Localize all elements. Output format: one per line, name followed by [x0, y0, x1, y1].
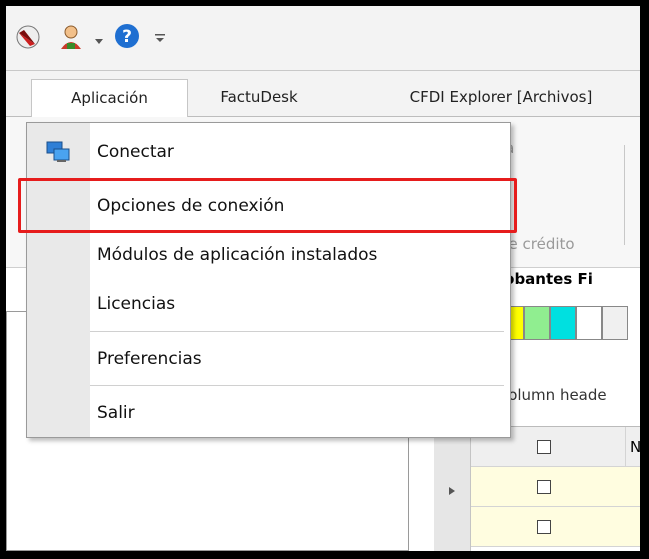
menu-item-modulos-instalados[interactable]: Módulos de aplicación instalados — [27, 232, 510, 278]
menu-item-label: Preferencias — [97, 349, 202, 369]
row-checkbox[interactable] — [537, 480, 551, 494]
connect-icon — [45, 140, 71, 168]
user-icon[interactable] — [58, 23, 84, 55]
menu-item-licencias[interactable]: Licencias — [27, 281, 510, 327]
menu-item-preferencias[interactable]: Preferencias — [27, 336, 510, 382]
application-menu: Conectar Opciones de conexión Módulos de… — [26, 122, 511, 438]
menu-divider — [90, 331, 504, 332]
table-row[interactable] — [471, 507, 640, 547]
ribbon-tabs: Aplicación FactuDesk CFDI Explorer [Arch… — [6, 71, 640, 117]
customize-icon[interactable] — [154, 30, 166, 48]
help-icon[interactable]: ? — [114, 23, 140, 53]
menu-item-label: Salir — [97, 403, 135, 423]
grid-column-header[interactable]: N — [626, 427, 640, 467]
menu-item-label: Licencias — [97, 294, 176, 314]
menu-divider — [90, 385, 504, 386]
tab-cfdi-explorer[interactable]: CFDI Explorer [Archivos] — [381, 79, 621, 116]
quick-access-toolbar: ? — [6, 6, 640, 71]
color-swatch-cyan[interactable] — [550, 306, 576, 340]
select-all-checkbox[interactable] — [537, 440, 551, 454]
data-grid: N — [434, 426, 640, 551]
ribbon-separator — [624, 145, 625, 245]
grid-column-header-label: N — [630, 438, 640, 456]
tab-factudesk[interactable]: FactuDesk — [199, 79, 319, 116]
app-logo-icon[interactable] — [15, 24, 41, 54]
menu-item-salir[interactable]: Salir — [27, 390, 510, 436]
color-swatch-gray[interactable] — [602, 306, 628, 340]
table-row[interactable] — [471, 467, 640, 507]
color-swatch-green[interactable] — [524, 306, 550, 340]
svg-text:?: ? — [122, 27, 132, 47]
menu-item-label: Módulos de aplicación instalados — [97, 245, 378, 265]
current-row-indicator-icon — [448, 482, 456, 500]
menu-item-label: Conectar — [97, 142, 174, 162]
menu-item-conectar[interactable]: Conectar — [27, 129, 510, 175]
annotation-highlight-box — [18, 178, 517, 233]
tab-aplicacion[interactable]: Aplicación — [31, 79, 188, 117]
row-checkbox[interactable] — [537, 520, 551, 534]
dropdown-arrow-icon[interactable] — [94, 32, 104, 50]
app-window: ? Aplicación FactuDesk CFDI Explorer [Ar… — [6, 6, 640, 551]
color-swatch-white[interactable] — [576, 306, 602, 340]
